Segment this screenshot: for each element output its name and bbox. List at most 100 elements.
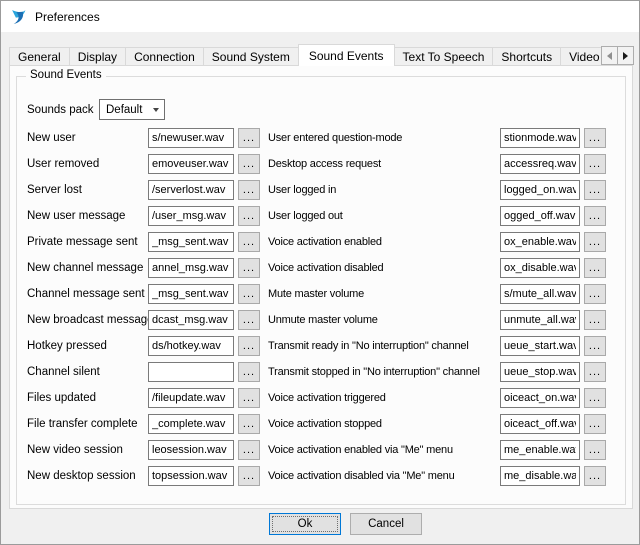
event-label: New user	[27, 132, 148, 144]
browse-button[interactable]: ...	[238, 232, 260, 252]
titlebar[interactable]: Preferences	[1, 1, 639, 32]
sound-file-input[interactable]	[148, 128, 234, 148]
event-label: File transfer complete	[27, 418, 148, 430]
browse-button[interactable]: ...	[584, 206, 606, 226]
event-label: New user message	[27, 210, 148, 222]
browse-button[interactable]: ...	[238, 258, 260, 278]
browse-button[interactable]: ...	[584, 232, 606, 252]
sound-file-input[interactable]	[500, 258, 580, 278]
tab-connection[interactable]: Connection	[125, 47, 204, 66]
sounds-pack-select[interactable]: Default	[99, 99, 165, 120]
event-label: Server lost	[27, 184, 148, 196]
event-label: Voice activation disabled via "Me" menu	[268, 470, 500, 482]
event-label: User logged in	[268, 184, 500, 196]
tab-shortcuts[interactable]: Shortcuts	[492, 47, 561, 66]
browse-button[interactable]: ...	[238, 128, 260, 148]
sound-file-input[interactable]	[500, 310, 580, 330]
browse-button[interactable]: ...	[584, 128, 606, 148]
browse-button[interactable]: ...	[238, 284, 260, 304]
browse-button[interactable]: ...	[584, 414, 606, 434]
preferences-window: Preferences General Display Connection S…	[0, 0, 640, 545]
sound-event-row: New channel message ... Voice activation…	[27, 255, 606, 281]
sound-file-input[interactable]	[500, 232, 580, 252]
browse-button[interactable]: ...	[238, 206, 260, 226]
browse-button[interactable]: ...	[238, 466, 260, 486]
tab-scroll-left-button[interactable]	[601, 46, 618, 65]
browse-button[interactable]: ...	[584, 440, 606, 460]
sound-event-row: User removed ... Desktop access request …	[27, 151, 606, 177]
tab-scroll-buttons	[601, 46, 634, 65]
sound-event-row: New desktop session ... Voice activation…	[27, 463, 606, 489]
event-label: User entered question-mode	[268, 132, 500, 144]
sound-file-input[interactable]	[148, 440, 234, 460]
sound-file-input[interactable]	[500, 154, 580, 174]
sound-file-input[interactable]	[148, 388, 234, 408]
browse-button[interactable]: ...	[238, 414, 260, 434]
cancel-button[interactable]: Cancel	[350, 513, 422, 535]
browse-button[interactable]: ...	[584, 362, 606, 382]
tab-general[interactable]: General	[9, 47, 70, 66]
event-label: New channel message	[27, 262, 148, 274]
sound-file-input[interactable]	[500, 128, 580, 148]
sound-file-input[interactable]	[500, 414, 580, 434]
tab-sound-events[interactable]: Sound Events	[298, 44, 395, 66]
event-label: New broadcast message	[27, 314, 148, 326]
tab-text-to-speech[interactable]: Text To Speech	[394, 47, 494, 66]
groupbox-title: Sound Events	[26, 69, 106, 81]
event-label: User removed	[27, 158, 148, 170]
sound-file-input[interactable]	[148, 258, 234, 278]
window-title: Preferences	[35, 10, 100, 24]
sound-file-input[interactable]	[500, 336, 580, 356]
sound-file-input[interactable]	[148, 414, 234, 434]
sound-file-input[interactable]	[500, 440, 580, 460]
sound-file-input[interactable]	[148, 336, 234, 356]
browse-button[interactable]: ...	[238, 388, 260, 408]
browse-button[interactable]: ...	[238, 440, 260, 460]
event-label: Private message sent	[27, 236, 148, 248]
sound-file-input[interactable]	[148, 466, 234, 486]
browse-button[interactable]: ...	[584, 466, 606, 486]
browse-button[interactable]: ...	[584, 284, 606, 304]
event-label: Channel silent	[27, 366, 148, 378]
sounds-pack-value: Default	[106, 104, 142, 116]
browse-button[interactable]: ...	[238, 310, 260, 330]
event-label: Voice activation enabled via "Me" menu	[268, 444, 500, 456]
browse-button[interactable]: ...	[584, 388, 606, 408]
tab-scroll-right-button[interactable]	[617, 46, 634, 65]
browse-button[interactable]: ...	[238, 154, 260, 174]
event-label: Unmute master volume	[268, 314, 500, 326]
browse-button[interactable]: ...	[584, 258, 606, 278]
event-label: Transmit stopped in "No interruption" ch…	[268, 366, 500, 378]
tab-sound-system[interactable]: Sound System	[203, 47, 299, 66]
ok-button[interactable]: Ok	[269, 513, 341, 535]
browse-button[interactable]: ...	[584, 310, 606, 330]
sound-file-input[interactable]	[148, 206, 234, 226]
arrow-right-icon	[623, 52, 628, 60]
sound-file-input[interactable]	[500, 180, 580, 200]
event-label: New video session	[27, 444, 148, 456]
sound-file-input[interactable]	[148, 232, 234, 252]
sound-event-row: File transfer complete ... Voice activat…	[27, 411, 606, 437]
tab-bar: General Display Connection Sound System …	[9, 44, 633, 66]
sound-event-row: Channel silent ... Transmit stopped in "…	[27, 359, 606, 385]
browse-button[interactable]: ...	[238, 180, 260, 200]
sounds-pack-label: Sounds pack	[27, 104, 94, 116]
sound-file-input[interactable]	[500, 362, 580, 382]
sound-event-rows: New user ... User entered question-mode …	[27, 125, 606, 489]
browse-button[interactable]: ...	[238, 362, 260, 382]
sound-file-input[interactable]	[500, 466, 580, 486]
sound-file-input[interactable]	[148, 310, 234, 330]
browse-button[interactable]: ...	[238, 336, 260, 356]
sound-file-input[interactable]	[500, 284, 580, 304]
browse-button[interactable]: ...	[584, 154, 606, 174]
browse-button[interactable]: ...	[584, 180, 606, 200]
sound-file-input[interactable]	[500, 206, 580, 226]
sound-file-input[interactable]	[148, 180, 234, 200]
event-label: New desktop session	[27, 470, 148, 482]
sound-file-input[interactable]	[148, 154, 234, 174]
tab-display[interactable]: Display	[69, 47, 126, 66]
sound-file-input[interactable]	[148, 284, 234, 304]
sound-file-input[interactable]	[148, 362, 234, 382]
browse-button[interactable]: ...	[584, 336, 606, 356]
sound-file-input[interactable]	[500, 388, 580, 408]
